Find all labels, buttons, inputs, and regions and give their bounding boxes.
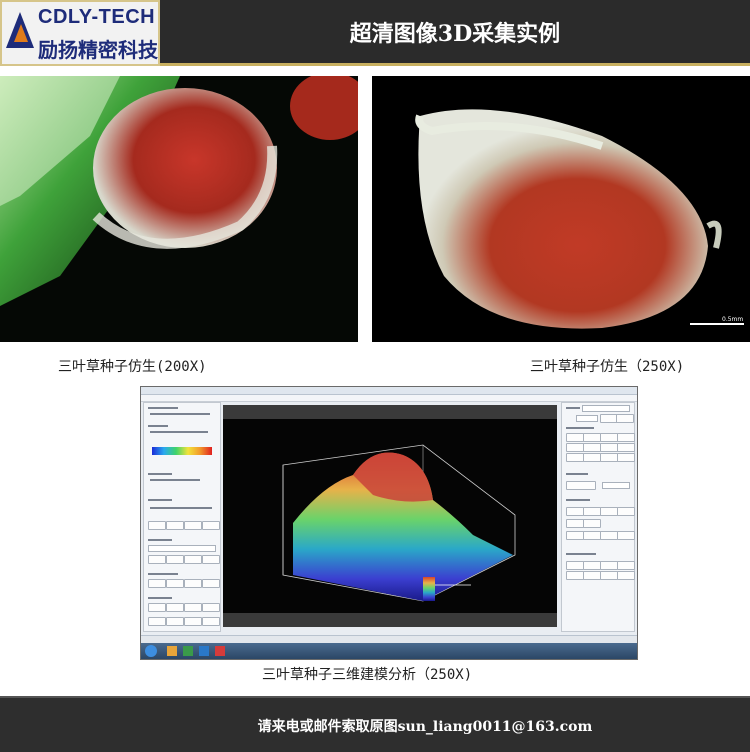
software-left-panel — [143, 402, 221, 632]
seed-photo-200x — [0, 76, 358, 342]
start-button-icon[interactable] — [145, 645, 157, 657]
app-icon[interactable] — [183, 646, 193, 656]
software-status-bar — [141, 635, 637, 643]
scale-bar-label: 0.5mm — [722, 316, 744, 323]
viewport-bottom-strip — [223, 613, 557, 627]
viewport-top-strip — [223, 405, 557, 419]
logo-english-name: CDLY-TECH — [38, 6, 156, 28]
contact-info: 请来电或邮件索取原图sun_liang0011@163.com — [257, 719, 593, 735]
photo-caption-200x: 三叶草种子仿生(200X) — [58, 359, 207, 375]
height-color-scale — [152, 447, 212, 455]
footer-bar: 请来电或邮件索取原图sun_liang0011@163.com — [0, 696, 750, 752]
modeling-software-screenshot — [140, 386, 638, 660]
photo-caption-250x: 三叶草种子仿生（250X) — [530, 359, 685, 375]
software-title-bar — [141, 387, 637, 395]
company-logo: CDLY-TECH 励扬精密科技 — [0, 0, 160, 66]
page-title: 超清图像3D采集实例 — [349, 21, 561, 47]
software-caption: 三叶草种子三维建模分析（250X) — [262, 667, 473, 683]
logo-inner-triangle-icon — [14, 24, 28, 42]
3d-model-viewport[interactable] — [223, 405, 557, 627]
header-divider — [160, 63, 750, 66]
logo-chinese-name: 励扬精密科技 — [38, 38, 158, 62]
media-icon[interactable] — [215, 646, 225, 656]
browser-icon[interactable] — [199, 646, 209, 656]
software-right-panel — [561, 402, 635, 632]
header-bar: CDLY-TECH 励扬精密科技 超清图像3D采集实例 — [0, 0, 750, 66]
seed-photo-250x: 0.5mm — [372, 76, 750, 342]
folder-icon[interactable] — [167, 646, 177, 656]
software-menu-bar — [141, 395, 637, 402]
windows-taskbar — [141, 643, 637, 659]
